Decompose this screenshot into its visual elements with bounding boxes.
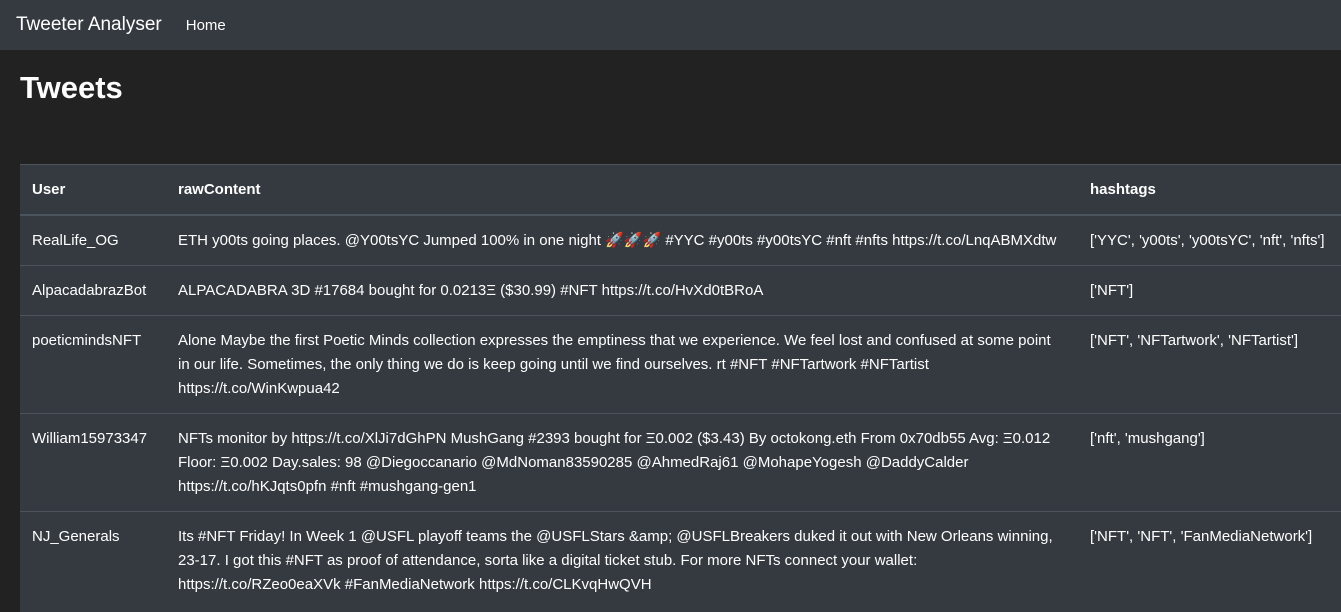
table-row: William15973347 NFTs monitor by https://…: [20, 413, 1341, 512]
cell-user: AlpacadabrazBot: [20, 265, 166, 316]
table-row: poeticmindsNFT Alone Maybe the first Poe…: [20, 315, 1341, 414]
nav-link-home[interactable]: Home: [186, 17, 226, 34]
cell-content: ALPACADABRA 3D #17684 bought for 0.0213Ξ…: [166, 265, 1078, 316]
cell-user: NJ_Generals: [20, 511, 166, 609]
navbar-brand[interactable]: Tweeter Analyser: [16, 14, 162, 36]
column-header-hashtags: hashtags: [1078, 164, 1341, 216]
cell-user: poeticmindsNFT: [20, 315, 166, 414]
header-row: User rawContent hashtags: [20, 164, 1341, 216]
tweets-table: User rawContent hashtags RealLife_OG ETH…: [20, 164, 1341, 609]
cell-hashtags: ['NFT']: [1078, 265, 1341, 316]
cell-content: Alone Maybe the first Poetic Minds colle…: [166, 315, 1078, 414]
column-header-user: User: [20, 164, 166, 216]
table-row: AlpacadabrazBot ALPACADABRA 3D #17684 bo…: [20, 265, 1341, 316]
cell-user: RealLife_OG: [20, 214, 166, 266]
cell-user: William15973347: [20, 413, 166, 512]
table-row: NJ_Generals Its #NFT Friday! In Week 1 @…: [20, 511, 1341, 609]
tweets-table-container: User rawContent hashtags RealLife_OG ETH…: [20, 164, 1341, 612]
cell-content: NFTs monitor by https://t.co/XlJi7dGhPN …: [166, 413, 1078, 512]
page-title: Tweets: [20, 70, 123, 105]
column-header-rawcontent: rawContent: [166, 164, 1078, 216]
cell-content: ETH y00ts going places. @Y00tsYC Jumped …: [166, 214, 1078, 266]
table-row: RealLife_OG ETH y00ts going places. @Y00…: [20, 214, 1341, 266]
table-header: User rawContent hashtags: [20, 164, 1341, 216]
cell-hashtags: ['NFT', 'NFT', 'FanMediaNetwork']: [1078, 511, 1341, 609]
cell-content: Its #NFT Friday! In Week 1 @USFL playoff…: [166, 511, 1078, 609]
cell-hashtags: ['NFT', 'NFTartwork', 'NFTartist']: [1078, 315, 1341, 414]
table-body: RealLife_OG ETH y00ts going places. @Y00…: [20, 214, 1341, 609]
top-navbar: Tweeter Analyser Home: [0, 0, 1341, 50]
cell-hashtags: ['YYC', 'y00ts', 'y00tsYC', 'nft', 'nfts…: [1078, 214, 1341, 266]
cell-hashtags: ['nft', 'mushgang']: [1078, 413, 1341, 512]
